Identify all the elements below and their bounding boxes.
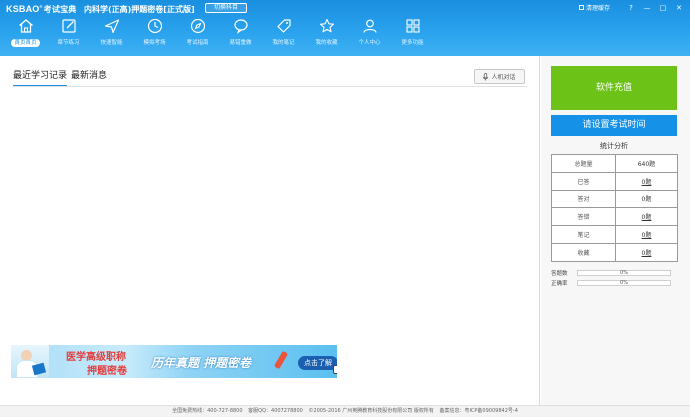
banner-cta-button[interactable]: 点击了解: [298, 356, 337, 370]
nav-label: 章节练习: [57, 40, 80, 46]
footer-icp: 备案信息：粤ICP备09009842号-4: [439, 408, 518, 414]
banner-subtitle: 押题密卷: [87, 366, 127, 377]
stat-value: 640题: [614, 154, 679, 173]
hand-cursor-icon: [333, 365, 337, 374]
right-sidebar: 软件充值 请设置考试时间 统计分析 总题量 640题 已答 0题 答对 0题 答错 0题…: [541, 56, 690, 405]
nav-item-chapter-practice[interactable]: 章节练习: [47, 16, 90, 52]
nav-label: 更多功能: [401, 40, 424, 46]
nav-label: 快速智能: [100, 40, 123, 46]
table-row: 答错 0题: [551, 207, 679, 227]
logo-text: KSBAO: [6, 4, 40, 14]
nav-label: 考试指南: [186, 40, 209, 46]
close-button[interactable]: ✕: [674, 4, 684, 12]
paper-plane-icon: [103, 17, 121, 35]
table-row: 笔记 0题: [551, 225, 679, 244]
nav-label: 易错重做: [229, 40, 252, 46]
footer-copyright: ©2005-2016 广州英腾教育科技股份有限公司 版权所有: [308, 408, 434, 414]
logo: KSBAO®考试宝典: [6, 4, 76, 15]
tag-icon: [275, 17, 293, 35]
stats-title: 统计分析: [600, 142, 628, 150]
microphone-icon: [483, 72, 489, 80]
banner-slogan: 历年真题 押题密卷: [151, 356, 252, 370]
progress-label: 答题数: [551, 271, 568, 277]
stat-label: 已答: [551, 171, 616, 191]
nav-item-my-notes[interactable]: 我的笔记: [262, 16, 305, 52]
table-row: 总题量 640题: [551, 154, 679, 173]
set-exam-time-button[interactable]: 请设置考试时间: [551, 115, 677, 136]
stat-label: 收藏: [551, 242, 616, 262]
stat-label: 答错: [551, 207, 616, 227]
pen-icon: [273, 350, 289, 370]
stat-label: 总题量: [551, 154, 616, 173]
progress-track: 0%: [577, 280, 671, 286]
progress-percent: 0%: [620, 270, 628, 276]
grid-icon: [404, 17, 422, 35]
stat-value-link[interactable]: 0题: [614, 242, 679, 262]
ai-chat-label: 人机对话: [491, 74, 516, 81]
nav-item-exam-guide[interactable]: 考试指南: [176, 16, 219, 52]
clear-cache-label: 清理缓存: [585, 5, 610, 12]
stat-value: 0题: [614, 189, 679, 209]
clear-cache-icon: [578, 5, 584, 10]
clock-icon: [146, 17, 164, 35]
logo-subtitle: 考试宝典: [43, 5, 77, 14]
footer-hotline: 全国免费热线：400-727-8800: [172, 408, 243, 414]
header-bar: KSBAO®考试宝典 内科学(正高)押题密卷[正式版] 切换科目 清理缓存 ? …: [0, 0, 690, 56]
chat-bubble-icon: [232, 17, 250, 35]
tab-recent-records[interactable]: 最近学习记录: [13, 70, 68, 86]
progress-label: 正确率: [551, 281, 568, 287]
nav-item-my-favorites[interactable]: 我的收藏: [305, 16, 348, 52]
nav-item-mock-exam[interactable]: 模拟考场: [133, 16, 176, 52]
home-icon: [17, 17, 35, 35]
table-row: 已答 0题: [551, 171, 679, 191]
stat-value-link[interactable]: 0题: [614, 171, 679, 191]
nav-label: 模拟考场: [143, 40, 166, 46]
logo-mark: ®: [39, 4, 43, 9]
main-nav: 首页首页 章节练习 快速智能 模拟考场 考试指南 易错重做 我的笔记 我的收藏 …: [4, 16, 434, 52]
edit-icon: [60, 17, 78, 35]
ai-chat-button[interactable]: 人机对话: [474, 69, 525, 84]
user-icon: [361, 17, 379, 35]
content-tabs: 最近学习记录 最新消息: [13, 70, 111, 86]
nav-item-quick-smart[interactable]: 快速智能: [90, 16, 133, 52]
stat-label: 答对: [551, 189, 616, 209]
nav-label: 我的笔记: [272, 40, 295, 46]
nav-item-personal-center[interactable]: 个人中心: [348, 16, 391, 52]
accuracy-progress: 正确率 0%: [551, 279, 671, 287]
clear-cache-button[interactable]: 清理缓存: [578, 3, 610, 12]
doctor-illustration: [11, 345, 49, 378]
help-button[interactable]: ?: [626, 4, 636, 12]
table-row: 答对 0题: [551, 189, 679, 209]
banner-title: 医学高级职称: [66, 352, 126, 363]
promo-banner[interactable]: 医学高级职称 押题密卷 历年真题 押题密卷 点击了解: [11, 345, 337, 378]
progress-track: 0%: [577, 270, 671, 276]
tab-divider: [13, 86, 527, 87]
stat-label: 笔记: [551, 225, 616, 244]
footer: 全国免费热线：400-727-8800 客服QQ：4007278800 ©200…: [0, 405, 690, 417]
tab-latest-news[interactable]: 最新消息: [71, 70, 107, 86]
nav-item-home[interactable]: 首页首页: [4, 16, 47, 52]
nav-item-error-redo[interactable]: 易错重做: [219, 16, 262, 52]
footer-qq: 客服QQ：4007278800: [248, 408, 303, 414]
star-icon: [318, 17, 336, 35]
switch-subject-button[interactable]: 切换科目: [205, 3, 247, 13]
minimize-button[interactable]: —: [642, 4, 652, 12]
stat-value-link[interactable]: 0题: [614, 207, 679, 227]
maximize-button[interactable]: □: [658, 4, 668, 12]
stats-table: 总题量 640题 已答 0题 答对 0题 答错 0题 笔记 0题 收藏 0题: [551, 154, 679, 262]
main-content: 最近学习记录 最新消息 人机对话 医学高级职称 押题密卷 历年真题 押题密卷 点…: [0, 56, 540, 405]
nav-label: 个人中心: [358, 40, 381, 46]
window-controls: 清理缓存 ? — □ ✕: [578, 3, 684, 12]
compass-icon: [189, 17, 207, 35]
answered-progress: 答题数 0%: [551, 269, 671, 277]
stat-value-link[interactable]: 0题: [614, 225, 679, 244]
table-row: 收藏 0题: [551, 242, 679, 262]
progress-percent: 0%: [620, 280, 628, 286]
recharge-button[interactable]: 软件充值: [551, 66, 677, 110]
app-title: 内科学(正高)押题密卷[正式版]: [84, 5, 195, 14]
nav-item-more[interactable]: 更多功能: [391, 16, 434, 52]
nav-label: 我的收藏: [315, 40, 338, 46]
nav-label: 首页首页: [11, 39, 40, 47]
